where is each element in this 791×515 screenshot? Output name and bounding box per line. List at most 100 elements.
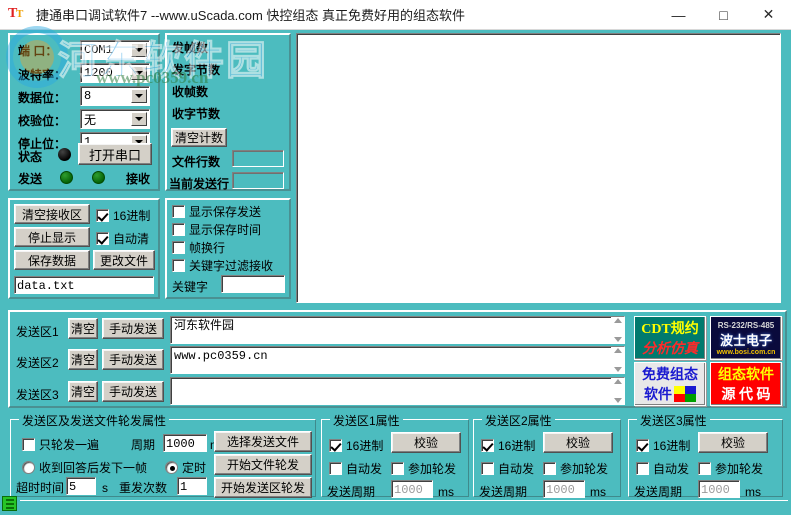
show-save-send-checkbox[interactable]: 显示保存发送 [172,203,261,220]
change-file-button[interactable]: 更改文件 [93,250,155,270]
tx-frames-label: 发帧数 [172,41,209,55]
send-area-1-scrollbar[interactable] [611,317,624,343]
current-line-value[interactable] [232,172,284,189]
checkbox-box [636,439,649,452]
save-filename-field[interactable]: data.txt [14,276,154,294]
baud-combo[interactable]: 1200 [80,63,150,83]
send-led [60,171,73,184]
area2-hex-label: 16进制 [498,439,536,453]
port-combo[interactable]: COM1 [80,40,150,60]
close-button[interactable]: ✕ [746,0,791,30]
timed-radio[interactable]: 定时 [165,459,206,476]
area3-verify-button[interactable]: 校验 [698,432,768,453]
hex-display-checkbox[interactable]: 16进制 [96,207,150,224]
send-area-2-textarea[interactable]: www.pc0359.cn [170,346,625,374]
send-area-3-clear-button[interactable]: 清空 [68,381,98,402]
baud-value: 1200 [84,66,113,80]
area3-join-rotation-checkbox[interactable]: 参加轮发 [698,460,763,477]
minimize-button[interactable]: — [656,0,701,30]
area2-join-rotation-checkbox[interactable]: 参加轮发 [543,460,608,477]
cdt-ad-line2: 分析仿真 [642,342,698,357]
send-area-3-scrollbar[interactable] [611,378,624,404]
cdt-protocol-ad[interactable]: CDT规约 分析仿真 [634,316,706,360]
file-lines-value[interactable] [232,150,284,167]
area3-hex-checkbox[interactable]: 16进制 [636,437,690,454]
bosi-electronics-ad[interactable]: RS-232/RS-485 波士电子 www.bosi.com.cn [710,316,782,360]
checkbox-box [96,209,109,222]
send-area-3-textarea[interactable] [170,377,625,405]
frame-newline-label: 帧换行 [189,241,226,255]
data-bits-combo[interactable]: 8 [80,86,150,106]
area3-auto-send-checkbox[interactable]: 自动发 [636,460,689,477]
area1-join-rotation-checkbox[interactable]: 参加轮发 [391,460,456,477]
scroll-up-icon[interactable] [613,379,622,384]
stop-display-button[interactable]: 停止显示 [14,227,90,247]
after-reply-radio[interactable]: 收到回答后发下一帧 [22,459,147,476]
rotation-period-input[interactable]: 1000 [163,434,207,452]
free-scada-ad[interactable]: 免费组态 软件 [634,362,706,406]
send-area-1-textarea[interactable]: 河东软件园 [170,316,625,344]
auto-clear-checkbox[interactable]: 自动清 [96,230,149,247]
retry-count-input[interactable]: 1 [177,477,207,495]
send-area-3-label: 发送区3 [16,388,59,402]
receive-display-area[interactable] [296,33,781,303]
clear-receive-button[interactable]: 清空接收区 [14,204,90,224]
chevron-down-icon[interactable] [131,89,147,103]
send-area-3-manual-send-button[interactable]: 手动发送 [102,381,164,402]
area1-auto-send-checkbox[interactable]: 自动发 [329,460,382,477]
open-port-button[interactable]: 打开串口 [78,143,152,165]
send-area-2-label: 发送区2 [16,356,59,370]
frame-newline-checkbox[interactable]: 帧换行 [172,239,225,256]
rotate-once-checkbox[interactable]: 只轮发一遍 [22,436,99,453]
scroll-up-icon[interactable] [613,348,622,353]
chevron-down-icon[interactable] [131,43,147,57]
scada-source-ad[interactable]: 组态软件 源 代 码 [710,362,782,406]
area2-auto-send-checkbox[interactable]: 自动发 [481,460,534,477]
scroll-down-icon[interactable] [613,337,622,342]
area3-hex-label: 16进制 [653,439,691,453]
save-data-button[interactable]: 保存数据 [14,250,90,270]
scroll-down-icon[interactable] [613,398,622,403]
send-area-2-scrollbar[interactable] [611,347,624,373]
select-send-file-button[interactable]: 选择发送文件 [214,431,312,452]
status-led [58,148,71,161]
send-area-1-text: 河东软件园 [174,319,235,333]
timeout-input[interactable]: 5 [66,477,96,495]
send-area-1-manual-send-button[interactable]: 手动发送 [102,318,164,339]
file-lines-label: 文件行数 [172,155,221,169]
area2-hex-checkbox[interactable]: 16进制 [481,437,535,454]
chevron-down-icon[interactable] [131,66,147,80]
area3-period-unit: ms [745,485,761,499]
port-label: 端 口： [18,44,58,58]
chevron-down-icon[interactable] [131,112,147,126]
maximize-button[interactable]: □ [701,0,746,30]
area2-period-input[interactable]: 1000 [543,480,585,498]
timeout-unit: s [102,481,108,495]
area1-verify-button[interactable]: 校验 [391,432,461,453]
send-area-2-manual-send-button[interactable]: 手动发送 [102,349,164,370]
area2-verify-button[interactable]: 校验 [543,432,613,453]
area1-period-input[interactable]: 1000 [391,480,433,498]
checkbox-box [172,259,185,272]
free-scada-ad-line1: 免费组态 [642,368,698,383]
area1-hex-checkbox[interactable]: 16进制 [329,437,383,454]
send-area-2-clear-button[interactable]: 清空 [68,349,98,370]
area3-period-input[interactable]: 1000 [698,480,740,498]
port-value: COM1 [84,43,113,57]
show-save-time-checkbox[interactable]: 显示保存时间 [172,221,261,238]
parity-combo[interactable]: 无 [80,109,150,129]
bosi-ad-line1: RS-232/RS-485 [717,320,775,330]
send-area-3-text [171,378,611,404]
scroll-down-icon[interactable] [613,367,622,372]
clear-counters-button[interactable]: 清空计数 [171,128,227,147]
send-area-1-clear-button[interactable]: 清空 [68,318,98,339]
taskbar-app-icon[interactable] [2,496,17,511]
keyword-input[interactable] [221,275,285,293]
scroll-up-icon[interactable] [613,318,622,323]
tx-bytes-label: 发字节数 [172,63,221,77]
keyword-filter-label: 关键字过滤接收 [189,259,274,273]
keyword-filter-checkbox[interactable]: 关键字过滤接收 [172,257,273,274]
start-file-rotation-button[interactable]: 开始文件轮发 [214,454,312,475]
area1-period-unit: ms [438,485,454,499]
start-area-rotation-button[interactable]: 开始发送区轮发 [214,477,312,498]
